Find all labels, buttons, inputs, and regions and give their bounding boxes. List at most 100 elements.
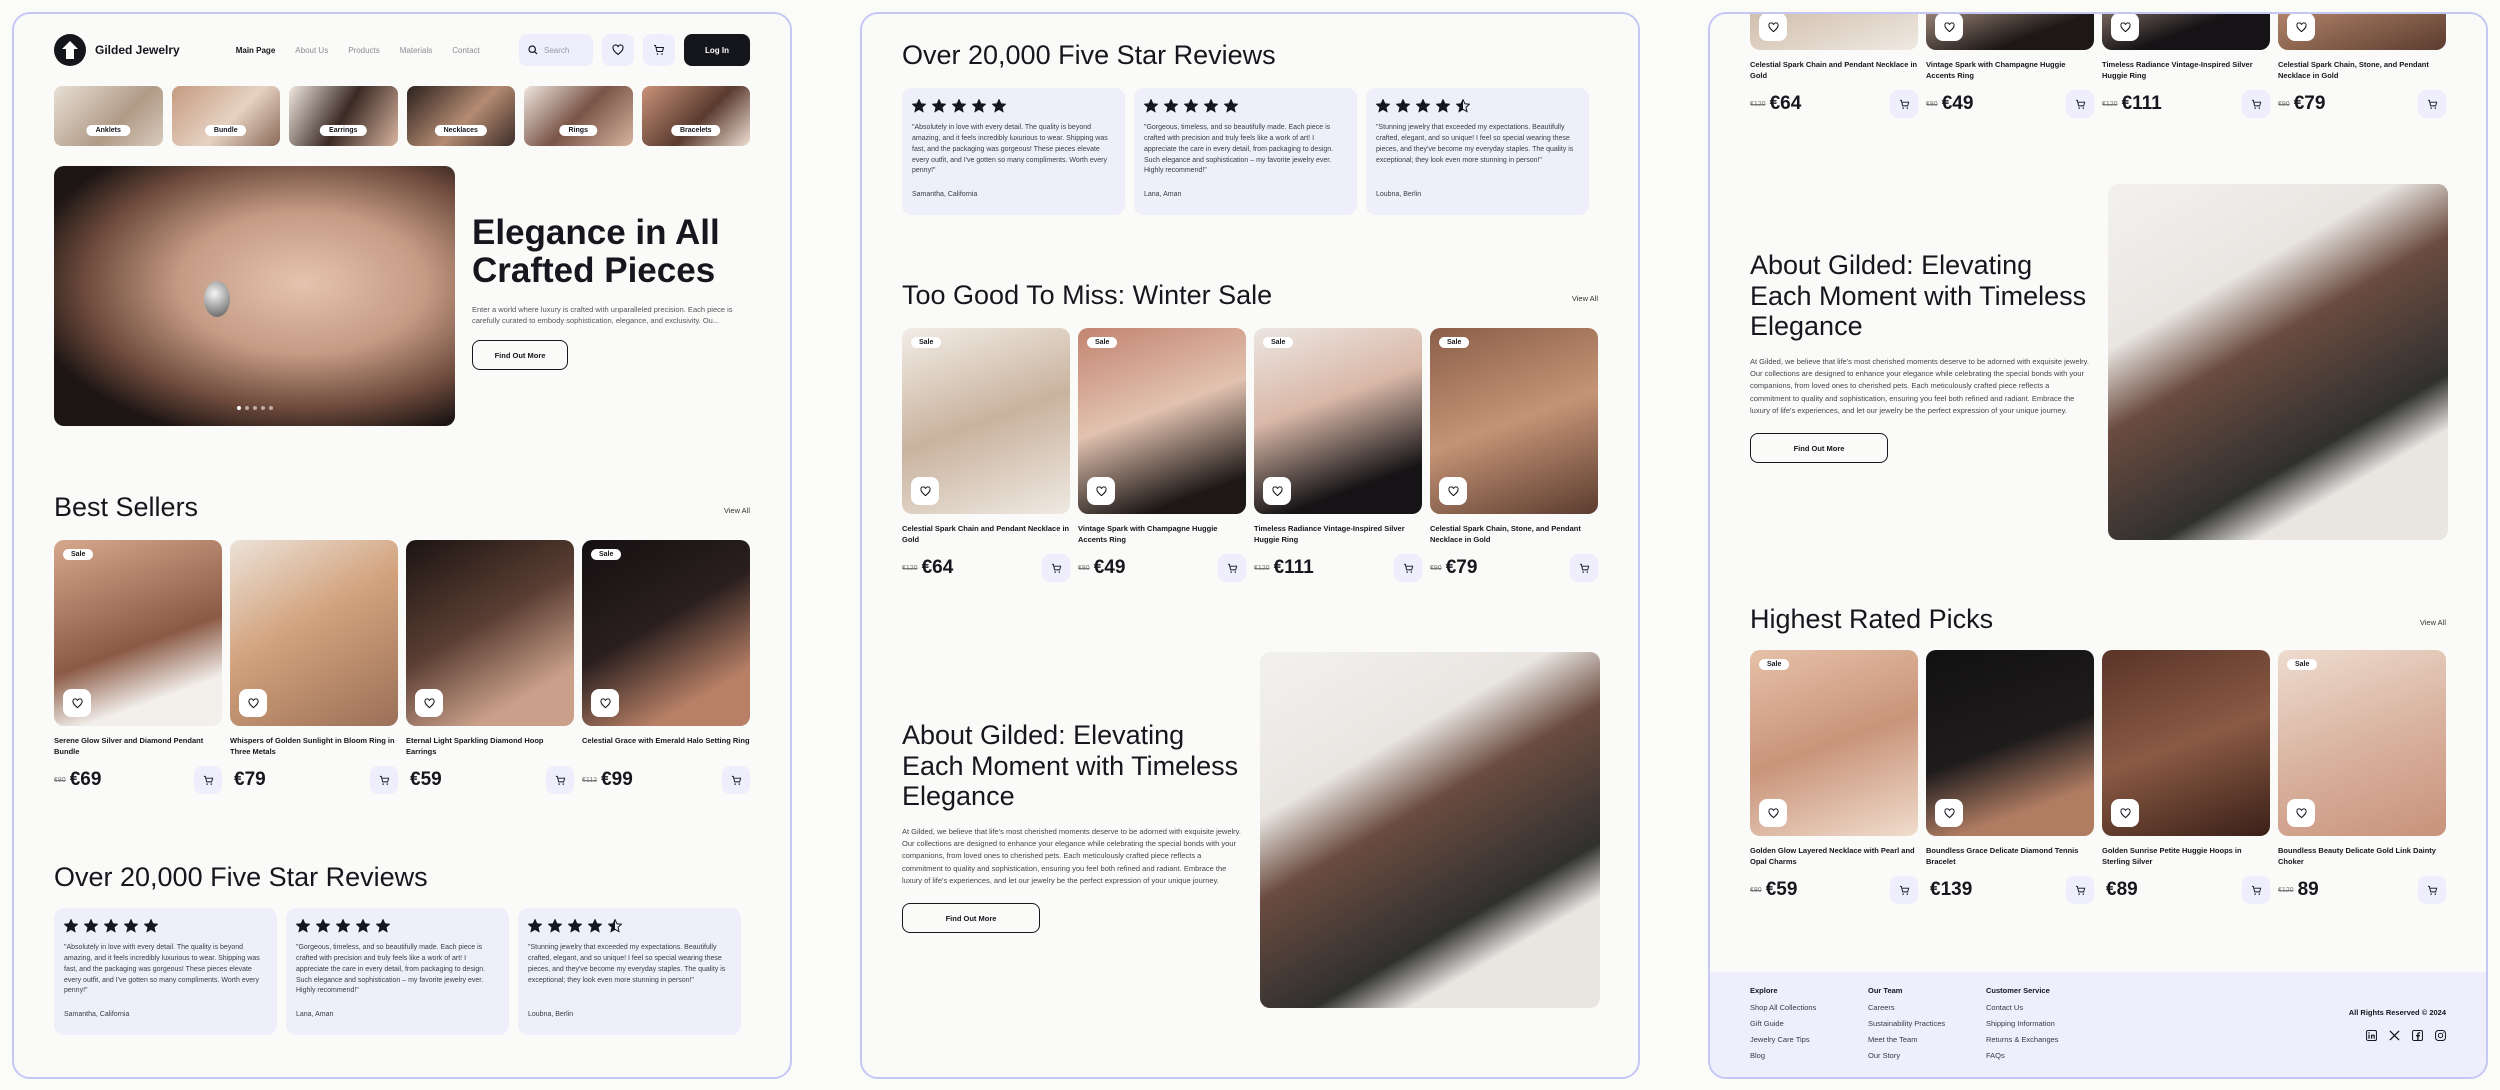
favorite-button[interactable] <box>2111 799 2139 827</box>
product-name[interactable]: Vintage Spark with Champagne Huggie Acce… <box>1078 524 1246 548</box>
product-card[interactable]: Celestial Spark Chain, Stone, and Pendan… <box>2278 14 2446 118</box>
favorite-button[interactable] <box>2287 14 2315 41</box>
nav-materials[interactable]: Materials <box>400 46 432 55</box>
carousel-dot[interactable] <box>252 406 257 410</box>
category-bracelets[interactable]: Bracelets <box>641 86 750 146</box>
category-rings[interactable]: Rings <box>524 86 633 146</box>
product-name[interactable]: Celestial Grace with Emerald Halo Settin… <box>582 736 750 760</box>
product-name[interactable]: Timeless Radiance Vintage-Inspired Silve… <box>1254 524 1422 548</box>
product-name[interactable]: Boundless Grace Delicate Diamond Tennis … <box>1926 846 2094 870</box>
footer-link[interactable]: Our Story <box>1868 1051 1945 1060</box>
favorite-button[interactable] <box>1087 477 1115 505</box>
add-to-cart-button[interactable] <box>2418 876 2446 904</box>
carousel-dot[interactable] <box>268 406 273 410</box>
favorite-button[interactable] <box>1263 477 1291 505</box>
product-card[interactable]: Sale Vintage Spark with Champagne Huggie… <box>1078 328 1246 582</box>
product-card[interactable]: Sale Golden Glow Layered Necklace with P… <box>1750 650 1918 904</box>
add-to-cart-button[interactable] <box>1570 554 1598 582</box>
view-all-link[interactable]: View All <box>2420 618 2446 627</box>
product-name[interactable]: Celestial Spark Chain, Stone, and Pendan… <box>1430 524 1598 548</box>
product-image[interactable]: Sale <box>1254 328 1422 514</box>
product-card[interactable]: Sale Timeless Radiance Vintage-Inspired … <box>1254 328 1422 582</box>
footer-link[interactable]: Shipping Information <box>1986 1019 2059 1028</box>
favorite-button[interactable] <box>1759 14 1787 41</box>
favorite-button[interactable] <box>2111 14 2139 41</box>
footer-link[interactable]: Careers <box>1868 1003 1945 1012</box>
product-image[interactable] <box>1926 650 2094 836</box>
instagram-icon[interactable] <box>2435 1030 2446 1041</box>
favorite-button[interactable] <box>1759 799 1787 827</box>
category-anklets[interactable]: Anklets <box>54 86 163 146</box>
product-name[interactable]: Vintage Spark with Champagne Huggie Acce… <box>1926 60 2094 84</box>
add-to-cart-button[interactable] <box>2066 90 2094 118</box>
product-image[interactable] <box>2278 14 2446 50</box>
add-to-cart-button[interactable] <box>1042 554 1070 582</box>
add-to-cart-button[interactable] <box>2418 90 2446 118</box>
carousel-dot[interactable] <box>244 406 249 410</box>
product-card[interactable]: Sale Celestial Spark Chain, Stone, and P… <box>1430 328 1598 582</box>
favorite-button[interactable] <box>1935 14 1963 41</box>
favorite-button[interactable] <box>415 689 443 717</box>
add-to-cart-button[interactable] <box>370 766 398 794</box>
favorite-button[interactable] <box>1935 799 1963 827</box>
footer-link[interactable]: Gift Guide <box>1750 1019 1816 1028</box>
nav-contact[interactable]: Contact <box>452 46 480 55</box>
product-name[interactable]: Eternal Light Sparkling Diamond Hoop Ear… <box>406 736 574 760</box>
product-card[interactable]: Sale Serene Glow Silver and Diamond Pend… <box>54 540 222 794</box>
product-card[interactable]: Sale Boundless Beauty Delicate Gold Link… <box>2278 650 2446 904</box>
favorite-button[interactable] <box>591 689 619 717</box>
product-image[interactable] <box>2102 14 2270 50</box>
search-input[interactable]: Search <box>519 34 593 66</box>
footer-link[interactable]: Sustainability Practices <box>1868 1019 1945 1028</box>
add-to-cart-button[interactable] <box>1394 554 1422 582</box>
product-name[interactable]: Golden Sunrise Petite Huggie Hoops in St… <box>2102 846 2270 870</box>
product-image[interactable] <box>1750 14 1918 50</box>
add-to-cart-button[interactable] <box>2242 876 2270 904</box>
hero-cta-button[interactable]: Find Out More <box>472 340 568 371</box>
product-image[interactable]: Sale <box>582 540 750 726</box>
favorite-button[interactable] <box>63 689 91 717</box>
product-image[interactable]: Sale <box>1078 328 1246 514</box>
login-button[interactable]: Log In <box>684 34 750 66</box>
add-to-cart-button[interactable] <box>722 766 750 794</box>
footer-link[interactable]: Meet the Team <box>1868 1035 1945 1044</box>
product-image[interactable] <box>1926 14 2094 50</box>
product-image[interactable] <box>2102 650 2270 836</box>
footer-link[interactable]: Shop All Collections <box>1750 1003 1816 1012</box>
product-image[interactable]: Sale <box>2278 650 2446 836</box>
facebook-icon[interactable] <box>2412 1030 2423 1041</box>
product-name[interactable]: Golden Glow Layered Necklace with Pearl … <box>1750 846 1918 870</box>
product-card[interactable]: Whispers of Golden Sunlight in Bloom Rin… <box>230 540 398 794</box>
add-to-cart-button[interactable] <box>546 766 574 794</box>
product-name[interactable]: Boundless Beauty Delicate Gold Link Dain… <box>2278 846 2446 870</box>
carousel-dot[interactable] <box>260 406 265 410</box>
cart-button[interactable] <box>643 34 675 66</box>
product-card[interactable]: Sale Celestial Spark Chain and Pendant N… <box>902 328 1070 582</box>
favorite-button[interactable] <box>911 477 939 505</box>
add-to-cart-button[interactable] <box>1890 90 1918 118</box>
product-card[interactable]: Eternal Light Sparkling Diamond Hoop Ear… <box>406 540 574 794</box>
view-all-link[interactable]: View All <box>724 506 750 515</box>
product-name[interactable]: Celestial Spark Chain and Pendant Neckla… <box>902 524 1070 548</box>
product-card[interactable]: Celestial Spark Chain and Pendant Neckla… <box>1750 14 1918 118</box>
footer-link[interactable]: Jewelry Care Tips <box>1750 1035 1816 1044</box>
product-image[interactable]: Sale <box>902 328 1070 514</box>
add-to-cart-button[interactable] <box>2242 90 2270 118</box>
footer-link[interactable]: Returns & Exchanges <box>1986 1035 2059 1044</box>
add-to-cart-button[interactable] <box>2066 876 2094 904</box>
favorite-button[interactable] <box>1439 477 1467 505</box>
product-card[interactable]: Sale Celestial Grace with Emerald Halo S… <box>582 540 750 794</box>
product-image[interactable] <box>230 540 398 726</box>
add-to-cart-button[interactable] <box>1218 554 1246 582</box>
product-name[interactable]: Celestial Spark Chain, Stone, and Pendan… <box>2278 60 2446 84</box>
about-cta-button[interactable]: Find Out More <box>1750 433 1888 464</box>
product-card[interactable]: Golden Sunrise Petite Huggie Hoops in St… <box>2102 650 2270 904</box>
product-name[interactable]: Whispers of Golden Sunlight in Bloom Rin… <box>230 736 398 760</box>
footer-link[interactable]: Blog <box>1750 1051 1816 1060</box>
product-image[interactable] <box>406 540 574 726</box>
linkedin-icon[interactable] <box>2366 1030 2377 1041</box>
wishlist-button[interactable] <box>602 34 634 66</box>
add-to-cart-button[interactable] <box>1890 876 1918 904</box>
product-card[interactable]: Timeless Radiance Vintage-Inspired Silve… <box>2102 14 2270 118</box>
product-name[interactable]: Celestial Spark Chain and Pendant Neckla… <box>1750 60 1918 84</box>
